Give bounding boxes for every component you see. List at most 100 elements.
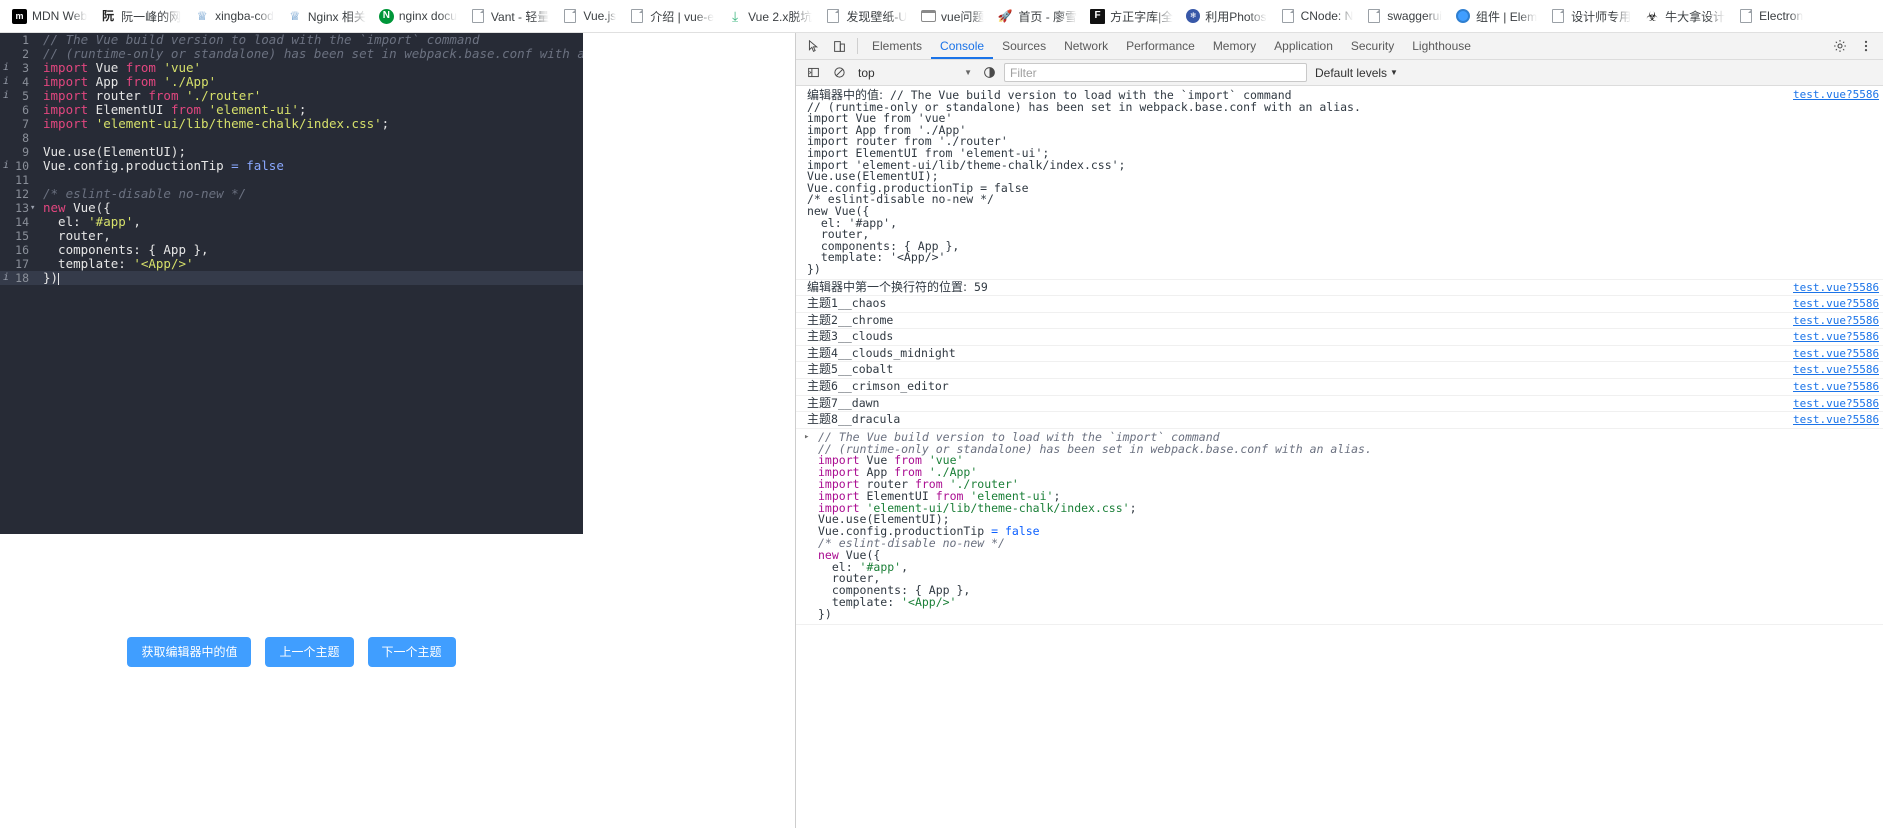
console-message-line: import Vue from 'vue' (818, 455, 1883, 467)
editor-line-number: 1 (22, 33, 29, 47)
bookmark-label: 牛大拿设计 (1665, 9, 1726, 24)
bookmark-item[interactable]: 🚀 首页 - 廖雪 (993, 5, 1084, 27)
device-toolbar-icon[interactable] (826, 34, 852, 58)
tab-security[interactable]: Security (1342, 33, 1403, 59)
cursor-inspect-icon[interactable] (800, 34, 826, 58)
editor-line[interactable]: i 4 import App from './App' (0, 74, 583, 90)
console-message[interactable]: 主题4__clouds_midnighttest.vue?5586:10 (796, 346, 1883, 363)
editor-annotation-icon: i (3, 62, 10, 73)
editor-line[interactable]: 1 // The Vue build version to load with t… (0, 33, 583, 47)
editor-line[interactable]: i 18}) (0, 271, 583, 285)
console-message-list[interactable]: 编辑器中的值: // The Vue build version to load… (796, 87, 1883, 828)
code-token: /* eslint-disable no-new */ (43, 186, 247, 201)
tab-application[interactable]: Application (1265, 33, 1342, 59)
console-message[interactable]: 主题3__cloudstest.vue?5586:10 (796, 329, 1883, 346)
execution-context-select[interactable]: top ▼ (854, 63, 976, 82)
editor-line[interactable]: 2 // (runtime-only or standalone) has bee… (0, 47, 583, 62)
ace-code-editor[interactable]: 1 // The Vue build version to load with t… (0, 33, 583, 534)
console-source-link[interactable]: test.vue?5586:10 (1793, 331, 1879, 343)
console-sidebar-icon[interactable] (800, 61, 826, 85)
tab-elements[interactable]: Elements (863, 33, 931, 59)
live-expression-icon[interactable] (976, 61, 1002, 85)
console-message[interactable]: ▸// The Vue build version to load with t… (796, 429, 1883, 625)
console-source-link[interactable]: test.vue?5586:10 (1793, 381, 1879, 393)
gear-icon[interactable] (1827, 34, 1853, 58)
editor-line[interactable]: 8 (0, 131, 583, 145)
editor-line[interactable]: 15 router, (0, 229, 583, 244)
bookmark-item[interactable]: ⤓ Vue 2.x脱坑 (723, 5, 819, 27)
bookmark-item[interactable]: ♕ xingba-cod (190, 5, 281, 27)
editor-line[interactable]: 12 /* eslint-disable no-new */ (0, 186, 583, 202)
console-message[interactable]: 编辑器中的值: // The Vue build version to load… (796, 87, 1883, 280)
console-message[interactable]: 主题7__dawntest.vue?5586:10 (796, 396, 1883, 413)
console-source-link[interactable]: test.vue?5586:10 (1793, 315, 1879, 327)
editor-line[interactable]: 11 (0, 173, 583, 187)
bookmark-label: MDN Web (32, 9, 88, 23)
editor-button-2[interactable]: 上一个主题 (265, 637, 354, 667)
tab-sources[interactable]: Sources (993, 33, 1055, 59)
editor-line[interactable]: 16 components: { App }, (0, 243, 583, 258)
editor-line[interactable]: 7 import 'element-ui/lib/theme-chalk/inde… (0, 117, 583, 132)
bookmark-item[interactable]: CNode: N (1276, 5, 1361, 27)
editor-line[interactable]: 9 Vue.use(ElementUI); (0, 145, 583, 160)
console-message[interactable]: 编辑器中第一个换行符的位置: 59test.vue?5586:8 (796, 280, 1883, 297)
tab-lighthouse[interactable]: Lighthouse (1403, 33, 1480, 59)
bookmark-item[interactable]: vue问题 (916, 5, 991, 27)
bookmark-item[interactable]: F 方正字库|全 (1086, 5, 1180, 27)
console-message[interactable]: 主题6__crimson_editortest.vue?5586:10 (796, 379, 1883, 396)
bookmark-item[interactable]: ♕ Nginx 相关 (283, 5, 373, 27)
console-source-link[interactable]: test.vue?5586:8 (1793, 282, 1879, 294)
bookmark-item[interactable]: Vue.js (558, 5, 623, 27)
bookmark-item[interactable]: m MDN Web (8, 5, 94, 27)
editor-line[interactable]: ▾ 13 new Vue({ (0, 201, 583, 216)
bookmark-item[interactable]: Nnginx docu (375, 5, 464, 27)
bookmark-item[interactable]: ❄ 利用Photos (1182, 5, 1273, 27)
bookmark-item[interactable]: 阮阮一峰的网 (96, 5, 188, 27)
editor-button-1[interactable]: 获取编辑器中的值 (127, 637, 252, 667)
bookmark-item[interactable]: 设计师专用 (1546, 5, 1638, 27)
console-source-link[interactable]: test.vue?5586:10 (1793, 414, 1879, 426)
clear-console-icon[interactable] (826, 61, 852, 85)
expand-triangle-icon[interactable]: ▸ (804, 432, 809, 444)
editor-button-3[interactable]: 下一个主题 (367, 637, 456, 667)
console-message[interactable]: 主题2__chrometest.vue?5586:10 (796, 313, 1883, 330)
tab-console[interactable]: Console (931, 33, 994, 59)
tab-memory[interactable]: Memory (1204, 33, 1265, 59)
console-levels-dropdown[interactable]: Default levels ▼ (1315, 66, 1398, 80)
console-message[interactable]: 主题8__draculatest.vue?5586:10 (796, 412, 1883, 429)
editor-line-source: // (runtime-only or standalone) has been… (36, 47, 583, 61)
nginx-icon: N (378, 8, 394, 24)
bookmark-label: 介绍 | vue-e (650, 9, 715, 24)
bookmark-item[interactable]: 介绍 | vue-e (625, 5, 721, 27)
bookmark-item[interactable]: ☣ 牛大拿设计 (1640, 5, 1732, 27)
bookmark-item[interactable]: 发现壁纸-U (821, 5, 914, 27)
console-source-link[interactable]: test.vue?5586:8 (1793, 89, 1879, 101)
console-source-link[interactable]: test.vue?5586:10 (1793, 398, 1879, 410)
editor-line[interactable]: 14 el: '#app', (0, 215, 583, 230)
editor-line[interactable]: 17 template: '<App/>' (0, 257, 583, 272)
console-message-line: 主题6__crimson_editor (807, 380, 1883, 393)
bookmark-item[interactable]: swaggerui (1362, 5, 1449, 27)
console-message[interactable]: 主题1__chaostest.vue?5586:10 (796, 296, 1883, 313)
console-filter-input[interactable] (1004, 63, 1307, 82)
tab-network[interactable]: Network (1055, 33, 1117, 59)
tab-performance[interactable]: Performance (1117, 33, 1204, 59)
bookmark-item[interactable]: Vant - 轻量 (466, 5, 556, 27)
console-message-line: import 'element-ui/lib/theme-chalk/index… (818, 502, 1883, 515)
console-source-link[interactable]: test.vue?5586:10 (1793, 364, 1879, 376)
more-vertical-icon[interactable] (1853, 34, 1879, 58)
editor-line[interactable]: i 3 import Vue from 'vue' (0, 61, 583, 76)
bookmark-item[interactable]: 组件 | Elem (1451, 5, 1544, 27)
page-icon (1738, 8, 1754, 24)
editor-line[interactable]: i 10 Vue.config.productionTip = false (0, 159, 583, 174)
console-source-link[interactable]: test.vue?5586:10 (1793, 298, 1879, 310)
code-token: App (88, 74, 126, 89)
editor-line[interactable]: i 5 import router from './router' (0, 89, 583, 104)
editor-line[interactable]: 6 import ElementUI from 'element-ui'; (0, 103, 583, 118)
code-fold-icon[interactable]: ▾ (30, 201, 35, 215)
code-token: import (43, 74, 89, 89)
editor-line-number: 11 (15, 173, 29, 187)
bookmark-item[interactable]: Electron (1734, 5, 1810, 27)
console-source-link[interactable]: test.vue?5586:10 (1793, 348, 1879, 360)
console-message[interactable]: 主题5__cobalttest.vue?5586:10 (796, 362, 1883, 380)
